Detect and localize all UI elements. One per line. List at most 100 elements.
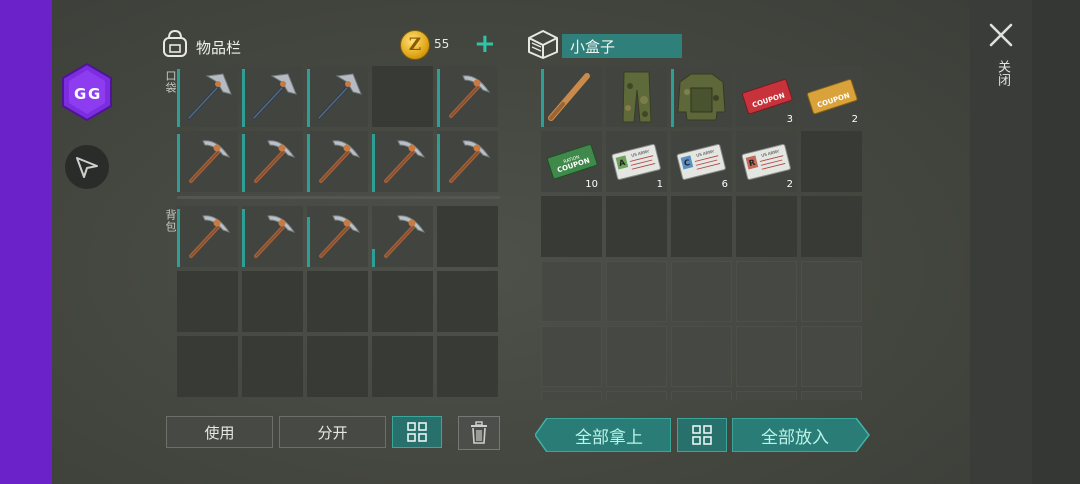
inventory-slot[interactable] — [372, 336, 433, 397]
svg-text:G: G — [88, 85, 100, 103]
durability-bar — [307, 217, 310, 267]
close-label[interactable]: 关闭 — [993, 60, 1012, 86]
camo-pants-item[interactable] — [606, 66, 667, 127]
gold-coupon-item[interactable]: COUPON 2 — [801, 66, 862, 127]
durability-bar — [372, 249, 375, 267]
grid-divider — [177, 196, 500, 199]
container-slot[interactable] — [606, 391, 667, 400]
durability-bar — [177, 69, 180, 127]
container-slot[interactable] — [541, 326, 602, 387]
inventory-slot[interactable] — [177, 271, 238, 332]
pickaxe-item[interactable] — [372, 131, 433, 192]
container-slot[interactable] — [801, 196, 862, 257]
container-slot[interactable] — [801, 326, 862, 387]
pickaxe-item[interactable] — [177, 131, 238, 192]
inventory-slot[interactable] — [437, 271, 498, 332]
durability-bar — [242, 134, 245, 192]
navigate-button[interactable] — [65, 145, 109, 189]
navigate-arrow-icon — [76, 157, 98, 178]
durability-bar — [307, 69, 310, 127]
pickaxe-item[interactable] — [307, 131, 368, 192]
container-slot[interactable] — [801, 261, 862, 322]
durability-bar — [242, 209, 245, 267]
pickaxe-item[interactable] — [307, 206, 368, 267]
backpack-grid — [177, 206, 498, 397]
pickaxe-item[interactable] — [177, 206, 238, 267]
durability-bar — [177, 134, 180, 192]
baseball-bat-item[interactable] — [541, 66, 602, 127]
item-quantity: 10 — [585, 179, 598, 190]
item-quantity: 3 — [786, 114, 793, 125]
container-slot[interactable] — [671, 391, 732, 400]
box-icon — [528, 30, 558, 59]
pickaxe-item[interactable] — [437, 131, 498, 192]
sort-inventory-button[interactable] — [392, 416, 442, 448]
use-button[interactable]: 使用 — [166, 416, 273, 448]
durability-bar — [541, 69, 544, 127]
inventory-slot[interactable] — [307, 336, 368, 397]
gg-sidebar-strip — [0, 0, 52, 484]
container-slot[interactable] — [736, 196, 797, 257]
backpack-icon — [163, 29, 187, 57]
inventory-slot[interactable] — [372, 271, 433, 332]
item-quantity: 6 — [721, 179, 728, 190]
add-coins-button[interactable]: + — [474, 29, 496, 59]
inventory-slot[interactable] — [437, 206, 498, 267]
pocket-grid — [177, 66, 498, 192]
container-slot[interactable] — [801, 391, 862, 400]
grid-icon — [692, 425, 712, 445]
pickaxe-item[interactable] — [242, 206, 303, 267]
container-slot[interactable] — [606, 196, 667, 257]
container-slot[interactable] — [606, 326, 667, 387]
container-slot[interactable] — [671, 261, 732, 322]
svg-text:G: G — [74, 85, 86, 103]
container-slot[interactable] — [736, 391, 797, 400]
container-slot[interactable] — [736, 261, 797, 322]
container-name: 小盒子 — [562, 34, 682, 58]
item-quantity: 2 — [786, 179, 793, 190]
army-card-r-item[interactable]: R US ARMY 2 — [736, 131, 797, 192]
split-button[interactable]: 分开 — [279, 416, 386, 448]
put-all-button[interactable]: 全部放入 — [732, 418, 858, 452]
container-slot[interactable] — [541, 196, 602, 257]
inventory-slot[interactable] — [177, 336, 238, 397]
inventory-slot[interactable] — [242, 271, 303, 332]
container-slot[interactable] — [671, 196, 732, 257]
right-edge-strip — [1032, 0, 1080, 484]
pickaxe-item[interactable] — [242, 131, 303, 192]
sort-container-button[interactable] — [677, 418, 727, 452]
container-slot[interactable] — [541, 261, 602, 322]
coin-count: 55 — [434, 37, 450, 51]
coin-icon: Z — [400, 30, 430, 60]
stone-hammer-item[interactable] — [242, 66, 303, 127]
durability-bar — [307, 134, 310, 192]
container-slot[interactable] — [671, 326, 732, 387]
pickaxe-item[interactable] — [372, 206, 433, 267]
trash-button[interactable] — [458, 416, 500, 450]
ration-coupon-item[interactable]: RATION COUPON 10 — [541, 131, 602, 192]
army-card-a-item[interactable]: A US ARMY 1 — [606, 131, 667, 192]
stone-hammer-item[interactable] — [177, 66, 238, 127]
stone-hammer-item[interactable] — [307, 66, 368, 127]
inventory-slot[interactable] — [242, 336, 303, 397]
container-slot[interactable] — [801, 131, 862, 192]
container-slot[interactable] — [541, 391, 602, 400]
take-all-button[interactable]: 全部拿上 — [547, 418, 671, 452]
container-slot[interactable] — [606, 261, 667, 322]
pocket-label: 口袋 — [164, 70, 177, 94]
red-coupon-item[interactable]: COUPON 3 — [736, 66, 797, 127]
game-guardian-icon[interactable]: G G — [61, 62, 113, 122]
camo-jacket-item[interactable] — [671, 66, 732, 127]
inventory-slot[interactable] — [372, 66, 433, 127]
grid-icon — [407, 422, 427, 442]
inventory-slot[interactable] — [437, 336, 498, 397]
durability-bar — [437, 134, 440, 192]
inventory-slot[interactable] — [307, 271, 368, 332]
container-slot[interactable] — [736, 326, 797, 387]
item-quantity: 1 — [656, 179, 663, 190]
pickaxe-item[interactable] — [437, 66, 498, 127]
close-icon[interactable] — [988, 22, 1014, 48]
container-grid: COUPON 3 COUPON 2 RATION COUPON 10 A US … — [541, 66, 862, 400]
inventory-title: 物品栏 — [196, 39, 242, 57]
army-card-c-item[interactable]: C US ARMY 6 — [671, 131, 732, 192]
